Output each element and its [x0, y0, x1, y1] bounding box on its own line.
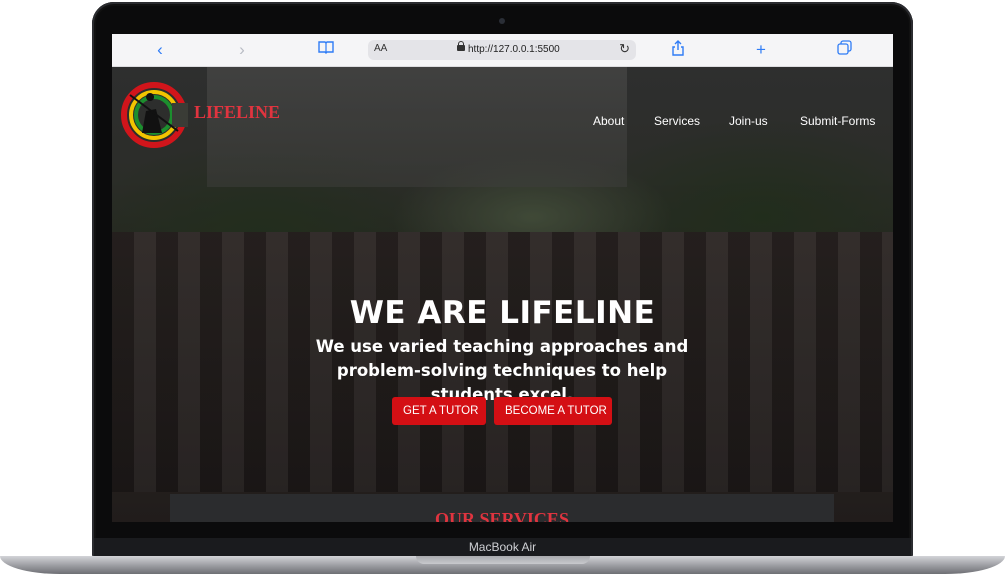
lock-icon: [457, 41, 465, 51]
text-size-button[interactable]: AA: [374, 43, 387, 54]
lifeline-logo[interactable]: [120, 81, 188, 149]
browser-toolbar: ‹ › AA http://127.0.0.1:5500 ↻ +: [112, 34, 893, 67]
tabs-icon[interactable]: [834, 40, 854, 60]
address-bar[interactable]: AA http://127.0.0.1:5500 ↻: [368, 40, 636, 60]
plus-icon[interactable]: +: [751, 40, 771, 60]
reload-icon[interactable]: ↻: [619, 41, 630, 57]
book-icon[interactable]: [316, 40, 336, 60]
nav-about[interactable]: About: [593, 114, 624, 128]
url-text: http://127.0.0.1:5500: [468, 44, 560, 55]
device-label: MacBook Air: [468, 540, 537, 554]
browser-window: ‹ › AA http://127.0.0.1:5500 ↻ + LIFELIN…: [112, 34, 893, 522]
nav-submit-forms[interactable]: Submit-Forms: [800, 114, 875, 128]
become-a-tutor-button[interactable]: BECOME A TUTOR: [494, 397, 612, 425]
chevron-right-icon[interactable]: ›: [232, 40, 252, 60]
hero-section: LIFELINE About Services Join-us Submit-F…: [112, 67, 893, 522]
services-section: OUR SERVICES: [170, 494, 834, 522]
share-icon[interactable]: [668, 40, 688, 60]
hero-title: WE ARE LIFELINE: [349, 295, 656, 331]
brand-name[interactable]: LIFELINE: [194, 102, 280, 123]
get-a-tutor-button[interactable]: GET A TUTOR: [392, 397, 486, 425]
nav-services[interactable]: Services: [654, 114, 700, 128]
services-heading: OUR SERVICES: [435, 509, 569, 522]
laptop-notch: [416, 556, 590, 564]
chevron-left-icon[interactable]: ‹: [150, 40, 170, 60]
camera-icon: [499, 18, 505, 24]
nav-join-us[interactable]: Join-us: [729, 114, 768, 128]
